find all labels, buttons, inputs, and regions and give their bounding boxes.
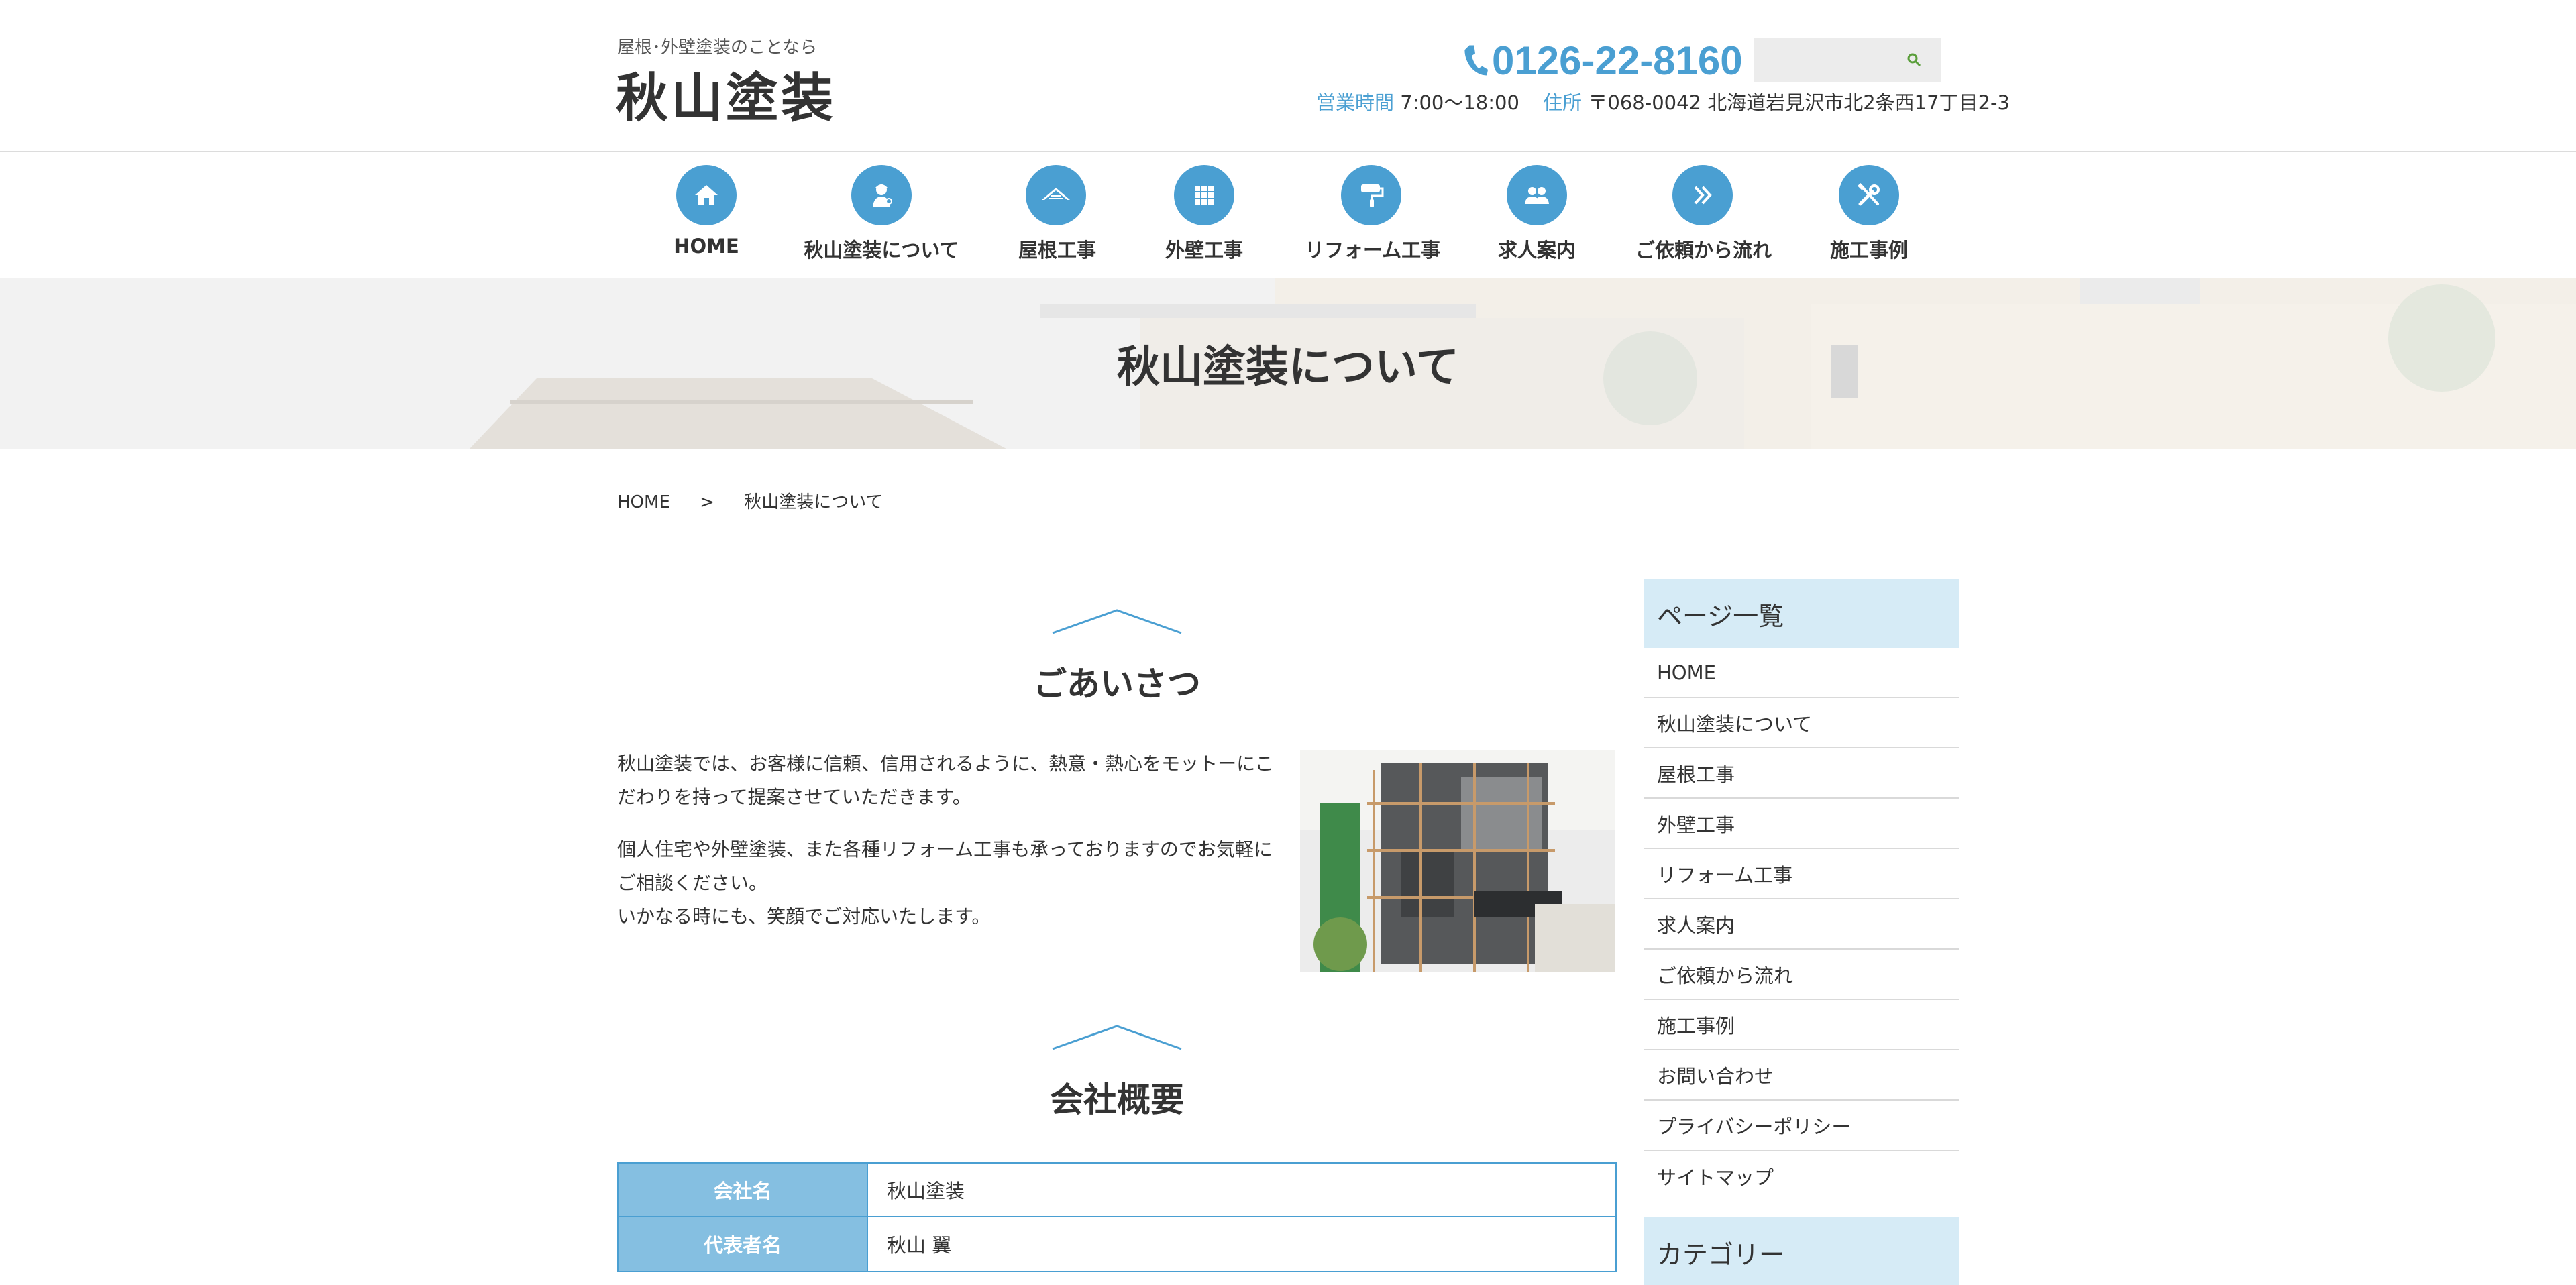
building-photo: [1300, 750, 1615, 972]
nav-label: ご依頼から流れ: [1635, 239, 1772, 262]
nav-item-wall[interactable]: 外壁工事: [1165, 165, 1243, 263]
sidebar-item-sitemap[interactable]: サイトマップ: [1644, 1151, 1959, 1201]
phone-text: 0126-22-8160: [1492, 38, 1743, 83]
breadcrumb-current: 秋山塗装について: [744, 492, 883, 512]
nav-label: 外壁工事: [1165, 239, 1244, 262]
sidebar-item-privacy[interactable]: プライバシーポリシー: [1644, 1101, 1959, 1151]
greeting-paragraph-2: 個人住宅や外壁塗装、また各種リフォーム工事も承っておりますのでお気軽にご相談くだ…: [617, 838, 1273, 894]
section-chevron-ornament: [1052, 609, 1182, 634]
breadcrumb-home[interactable]: HOME: [617, 492, 670, 512]
sidebar-item-recruit[interactable]: 求人案内: [1644, 899, 1959, 950]
site-tagline: 屋根･外壁塗装のことなら: [617, 38, 818, 58]
tools-icon: [1839, 165, 1899, 225]
row-label: 会社名: [619, 1164, 868, 1216]
greeting-paragraph-1: 秋山塗装では、お客様に信頼、信用されるように、熱意・熱心をモットーにこだわりを持…: [617, 752, 1274, 808]
nav-item-works[interactable]: 施工事例: [1829, 165, 1909, 263]
header-divider: [0, 151, 2576, 152]
sidebar: ページ一覧 HOME 秋山塗装について 屋根工事 外壁工事 リフォーム工事 求人…: [1644, 579, 1959, 1201]
nav-label: 求人案内: [1497, 239, 1576, 262]
address-label: 住所: [1543, 91, 1582, 114]
row-value: 秋山 翼: [868, 1217, 1615, 1271]
sidebar-item-reform[interactable]: リフォーム工事: [1644, 849, 1959, 899]
house-icon: [676, 165, 737, 225]
hours-value: 7:00～18:00: [1400, 91, 1519, 114]
sidebar-item-roof[interactable]: 屋根工事: [1644, 748, 1959, 799]
page-hero: 秋山塗装について: [0, 278, 2576, 449]
nav-label: HOME: [674, 235, 739, 258]
phone-icon: [1464, 45, 1489, 76]
roof-icon: [1026, 165, 1086, 225]
page-title: 秋山塗装について: [1116, 342, 1460, 392]
sidebar-item-works[interactable]: 施工事例: [1644, 1000, 1959, 1050]
sidebar-category-heading: カテゴリー: [1644, 1217, 1959, 1285]
hours-label: 営業時間: [1316, 91, 1395, 114]
paint-roller-icon: [1341, 165, 1401, 225]
sidebar-item-home[interactable]: HOME: [1644, 648, 1959, 698]
company-table: 会社名 秋山塗装 代表者名 秋山 翼: [617, 1162, 1617, 1272]
greeting-paragraph-3: いかなる時にも、笑顔でご対応いたします。: [617, 905, 991, 928]
row-label: 代表者名: [619, 1217, 868, 1271]
table-row: 代表者名 秋山 翼: [617, 1217, 1617, 1272]
grid-icon: [1174, 165, 1234, 225]
business-info: 営業時間 7:00～18:00 住所 〒068-0042 北海道岩見沢市北2条西…: [1316, 87, 2010, 115]
nav-label: 施工事例: [1829, 239, 1908, 262]
site-logo[interactable]: 秋山塗装: [616, 56, 836, 131]
sidebar-item-wall[interactable]: 外壁工事: [1644, 799, 1959, 849]
address-value: 〒068-0042 北海道岩見沢市北2条西17丁目2-3: [1588, 91, 2010, 114]
row-value: 秋山塗装: [868, 1164, 1615, 1216]
greeting-title: ごあいさつ: [1033, 665, 1201, 704]
breadcrumb: HOME > 秋山塗装について: [617, 488, 883, 513]
nav-item-recruit[interactable]: 求人案内: [1497, 165, 1576, 263]
nav-item-roof[interactable]: 屋根工事: [1018, 165, 1097, 263]
nav-item-flow[interactable]: ご依頼から流れ: [1635, 165, 1772, 263]
nav-label: 秋山塗装について: [804, 239, 959, 262]
sidebar-item-flow[interactable]: ご依頼から流れ: [1644, 950, 1959, 1000]
nav-item-reform[interactable]: リフォーム工事: [1305, 165, 1441, 263]
table-row: 会社名 秋山塗装: [617, 1162, 1617, 1217]
people-icon: [1507, 165, 1567, 225]
worker-icon: [851, 165, 912, 225]
breadcrumb-separator: >: [700, 492, 714, 512]
phone-number[interactable]: 0126-22-8160: [1461, 34, 1743, 87]
search-box[interactable]: [1754, 38, 1941, 82]
sidebar-heading: ページ一覧: [1644, 579, 1959, 648]
sidebar-item-about[interactable]: 秋山塗装について: [1644, 698, 1959, 748]
company-title: 会社概要: [1050, 1080, 1184, 1119]
search-icon[interactable]: [1907, 52, 1921, 67]
sidebar-item-contact[interactable]: お問い合わせ: [1644, 1050, 1959, 1101]
nav-label: 屋根工事: [1018, 239, 1097, 262]
nav-item-about[interactable]: 秋山塗装について: [804, 165, 959, 263]
nav-label: リフォーム工事: [1305, 239, 1441, 262]
double-chevron-icon: [1672, 165, 1733, 225]
nav-item-home[interactable]: HOME: [663, 165, 750, 258]
section-chevron-ornament: [1052, 1025, 1182, 1050]
